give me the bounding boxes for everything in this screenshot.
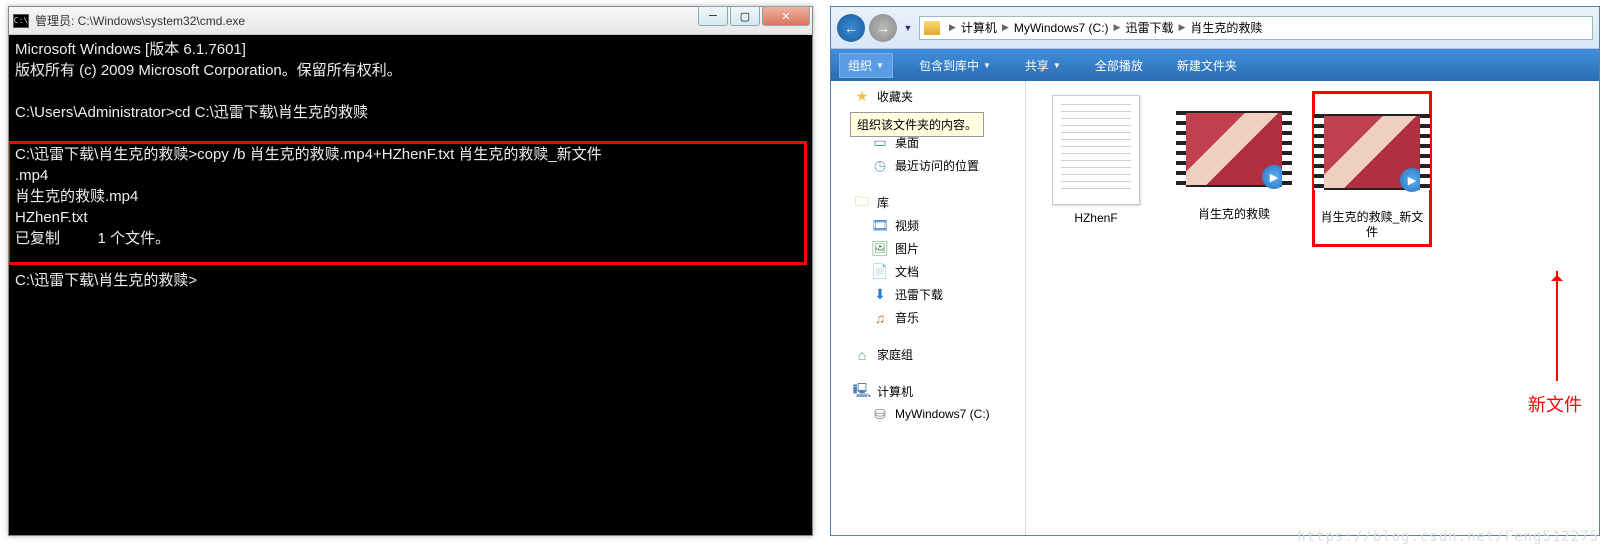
text-file-icon	[1052, 95, 1140, 205]
breadcrumb-sep-icon: ▶	[1002, 22, 1009, 33]
address-bar-row: ← → ▼ ▶ 计算机 ▶ MyWindows7 (C:) ▶ 迅雷下载 ▶ 肖…	[831, 7, 1599, 49]
watermark: https://blog.csdn.net/Feng512275	[1297, 529, 1599, 545]
minimize-button[interactable]: ─	[698, 6, 728, 26]
sidebar-label: 音乐	[895, 309, 919, 326]
picture-icon: 🖼	[871, 241, 889, 257]
cmd-line: C:\迅雷下载\肖生克的救赎>	[15, 272, 197, 289]
sidebar-documents[interactable]: 📄 文档	[831, 260, 1025, 283]
sidebar-label: 图片	[895, 240, 919, 257]
include-in-library-button[interactable]: 包含到库中▼	[911, 54, 999, 77]
cmd-line: C:\迅雷下载\肖生克的救赎>copy /b 肖生克的救赎.mp4+HZhenF…	[15, 146, 602, 163]
share-button[interactable]: 共享▼	[1017, 54, 1069, 77]
organize-tooltip: 组织该文件夹的内容。	[850, 112, 984, 137]
file-item-video-new[interactable]: ▶ 肖生克的救赎_新文件	[1312, 91, 1432, 247]
sidebar-label: 收藏夹	[877, 88, 913, 105]
sidebar-recent[interactable]: ◷ 最近访问的位置	[831, 154, 1025, 177]
nav-back-button[interactable]: ←	[837, 14, 865, 42]
cmd-line: .mp4	[15, 167, 48, 184]
cmd-icon: C:\	[13, 14, 29, 28]
new-folder-button[interactable]: 新建文件夹	[1169, 54, 1245, 77]
sidebar-label: 库	[877, 194, 889, 211]
explorer-toolbar: 组织▼ 包含到库中▼ 共享▼ 全部播放 新建文件夹	[831, 49, 1599, 81]
sidebar-xunlei[interactable]: ⬇ 迅雷下载	[831, 283, 1025, 306]
maximize-button[interactable]: ▢	[730, 6, 760, 26]
sidebar-videos[interactable]: 🎞 视频	[831, 214, 1025, 237]
explorer-window: ← → ▼ ▶ 计算机 ▶ MyWindows7 (C:) ▶ 迅雷下载 ▶ 肖…	[830, 6, 1600, 536]
cmd-line: 肖生克的救赎.mp4	[15, 188, 138, 205]
sidebar-label: 视频	[895, 217, 919, 234]
sidebar-music[interactable]: ♫ 音乐	[831, 306, 1025, 329]
cmd-output[interactable]: Microsoft Windows [版本 6.1.7601] 版权所有 (c)…	[9, 35, 812, 535]
sidebar-label: MyWindows7 (C:)	[895, 407, 990, 421]
homegroup-icon: ⌂	[853, 347, 871, 363]
annotation-label: 新文件	[1528, 391, 1582, 417]
sidebar-label: 计算机	[877, 383, 913, 400]
organize-button[interactable]: 组织▼	[839, 53, 893, 78]
close-button[interactable]: ✕	[762, 6, 810, 26]
computer-icon: 🖳	[853, 384, 871, 400]
sidebar-label: 文档	[895, 263, 919, 280]
cmd-titlebar[interactable]: C:\ 管理员: C:\Windows\system32\cmd.exe ─ ▢…	[9, 7, 812, 35]
sidebar-favorites[interactable]: ★ 收藏夹	[831, 85, 1025, 108]
file-label: 肖生克的救赎	[1178, 207, 1290, 222]
xunlei-icon: ⬇	[871, 287, 889, 303]
nav-forward-button[interactable]: →	[869, 14, 897, 42]
video-file-icon: ▶	[1184, 111, 1284, 187]
breadcrumb-item[interactable]: 肖生克的救赎	[1190, 19, 1262, 36]
cmd-line: 版权所有 (c) 2009 Microsoft Corporation。保留所有…	[15, 62, 402, 79]
file-item-text[interactable]: HZhenF	[1036, 91, 1156, 230]
file-item-video[interactable]: ▶ 肖生克的救赎	[1174, 91, 1294, 226]
play-overlay-icon: ▶	[1400, 168, 1424, 192]
breadcrumb-item[interactable]: MyWindows7 (C:)	[1014, 21, 1109, 35]
drive-icon: ⛁	[871, 406, 889, 422]
cmd-line: HZhenF.txt	[15, 209, 88, 226]
cmd-line: Microsoft Windows [版本 6.1.7601]	[15, 41, 246, 58]
explorer-content[interactable]: HZhenF ▶ 肖生克的救赎 ▶ 肖生克的救赎_新文件 新文件	[1026, 81, 1599, 535]
sidebar-label: 最近访问的位置	[895, 157, 979, 174]
breadcrumb-sep-icon: ▶	[1178, 22, 1185, 33]
sidebar-label: 迅雷下载	[895, 286, 943, 303]
library-icon: 🗀	[853, 195, 871, 211]
sidebar-drive-c[interactable]: ⛁ MyWindows7 (C:)	[831, 403, 1025, 425]
breadcrumb-item[interactable]: 迅雷下载	[1125, 19, 1173, 36]
breadcrumb-item[interactable]: 计算机	[961, 19, 997, 36]
sidebar-computer[interactable]: 🖳 计算机	[831, 380, 1025, 403]
dropdown-icon: ▼	[1053, 61, 1061, 70]
folder-icon	[924, 21, 940, 35]
play-all-button[interactable]: 全部播放	[1087, 54, 1151, 77]
dropdown-icon: ▼	[876, 61, 884, 70]
play-overlay-icon: ▶	[1262, 165, 1286, 189]
breadcrumb-sep-icon: ▶	[949, 22, 956, 33]
sidebar-homegroup[interactable]: ⌂ 家庭组	[831, 343, 1025, 366]
video-file-icon: ▶	[1322, 114, 1422, 190]
document-icon: 📄	[871, 264, 889, 280]
video-icon: 🎞	[871, 218, 889, 234]
file-label: HZhenF	[1040, 211, 1152, 226]
nav-history-dropdown[interactable]: ▼	[901, 14, 915, 42]
dropdown-icon: ▼	[983, 61, 991, 70]
sidebar-label: 家庭组	[877, 346, 913, 363]
recent-icon: ◷	[871, 158, 889, 174]
star-icon: ★	[853, 89, 871, 105]
cmd-line: C:\Users\Administrator>cd C:\迅雷下载\肖生克的救赎	[15, 104, 368, 121]
cmd-window: C:\ 管理员: C:\Windows\system32\cmd.exe ─ ▢…	[8, 6, 813, 536]
explorer-sidebar: ★收藏夹 ⬇下载 ▭桌面 ◷最近访问的位置 🗀库 🎞视频 🖼图片 📄文档 ⬇迅雷…	[831, 81, 1026, 535]
breadcrumb[interactable]: ▶ 计算机 ▶ MyWindows7 (C:) ▶ 迅雷下载 ▶ 肖生克的救赎	[919, 16, 1593, 40]
breadcrumb-sep-icon: ▶	[1114, 22, 1121, 33]
cmd-line: 已复制 1 个文件。	[15, 230, 170, 247]
music-icon: ♫	[871, 310, 889, 326]
cmd-title: 管理员: C:\Windows\system32\cmd.exe	[35, 12, 808, 29]
sidebar-libraries[interactable]: 🗀库	[831, 191, 1025, 214]
sidebar-pictures[interactable]: 🖼 图片	[831, 237, 1025, 260]
annotation-arrow	[1556, 271, 1558, 381]
file-label: 肖生克的救赎_新文件	[1319, 210, 1425, 240]
